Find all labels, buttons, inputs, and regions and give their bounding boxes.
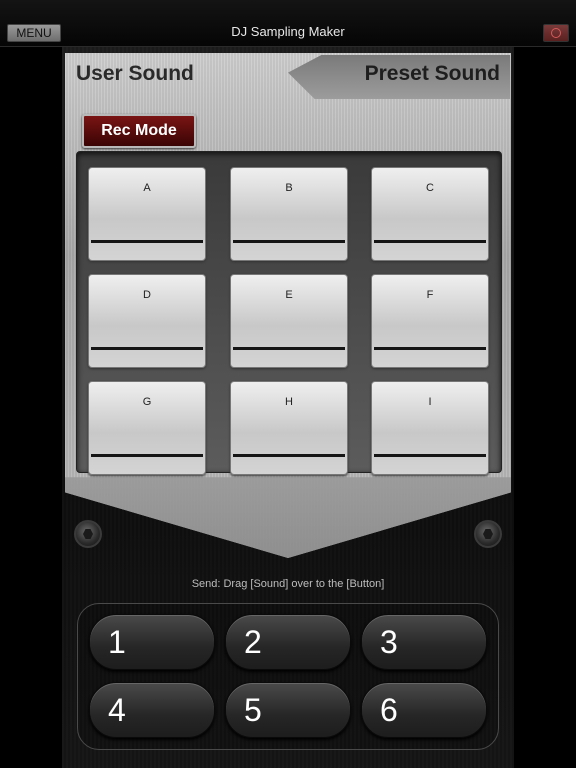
number-button-5[interactable]: 5 bbox=[225, 682, 351, 738]
tab-user-sound[interactable]: User Sound bbox=[76, 62, 194, 86]
pad-level-bar bbox=[91, 454, 203, 457]
send-instruction: Send: Drag [Sound] over to the [Button] bbox=[191, 578, 385, 590]
pad-level-bar bbox=[374, 454, 486, 457]
pad-i[interactable]: I bbox=[371, 381, 489, 475]
pad-label: H bbox=[285, 396, 293, 408]
pad-grid: A B C D E F G H I bbox=[76, 151, 502, 475]
number-button-tray: 1 2 3 4 5 6 bbox=[77, 603, 499, 750]
pad-h[interactable]: H bbox=[230, 381, 348, 475]
number-button-3[interactable]: 3 bbox=[361, 614, 487, 670]
pad-c[interactable]: C bbox=[371, 167, 489, 261]
pad-label: A bbox=[143, 182, 151, 194]
pad-d[interactable]: D bbox=[88, 274, 206, 368]
pad-f[interactable]: F bbox=[371, 274, 489, 368]
pad-level-bar bbox=[374, 347, 486, 350]
rec-mode-button[interactable]: Rec Mode bbox=[82, 114, 196, 148]
top-bar: MENU DJ Sampling Maker bbox=[0, 0, 576, 47]
screw-icon bbox=[474, 520, 502, 548]
pad-e[interactable]: E bbox=[230, 274, 348, 368]
pad-label: I bbox=[428, 396, 432, 408]
pad-level-bar bbox=[233, 347, 345, 350]
pad-level-bar bbox=[233, 240, 345, 243]
pad-label: D bbox=[143, 289, 151, 301]
app-title: DJ Sampling Maker bbox=[231, 24, 345, 39]
pad-label: F bbox=[426, 289, 434, 301]
pad-a[interactable]: A bbox=[88, 167, 206, 261]
pad-label: C bbox=[426, 182, 434, 194]
pad-level-bar bbox=[374, 240, 486, 243]
pad-label: B bbox=[285, 182, 293, 194]
number-button-6[interactable]: 6 bbox=[361, 682, 487, 738]
number-button-1[interactable]: 1 bbox=[89, 614, 215, 670]
screw-icon bbox=[74, 520, 102, 548]
number-button-2[interactable]: 2 bbox=[225, 614, 351, 670]
tab-preset-sound[interactable]: Preset Sound bbox=[330, 62, 500, 86]
pad-level-bar bbox=[91, 347, 203, 350]
pad-label: G bbox=[142, 396, 152, 408]
number-button-4[interactable]: 4 bbox=[89, 682, 215, 738]
pad-level-bar bbox=[91, 240, 203, 243]
pad-level-bar bbox=[233, 454, 345, 457]
pad-g[interactable]: G bbox=[88, 381, 206, 475]
pad-label: E bbox=[285, 289, 293, 301]
pad-b[interactable]: B bbox=[230, 167, 348, 261]
record-icon[interactable] bbox=[543, 24, 569, 42]
